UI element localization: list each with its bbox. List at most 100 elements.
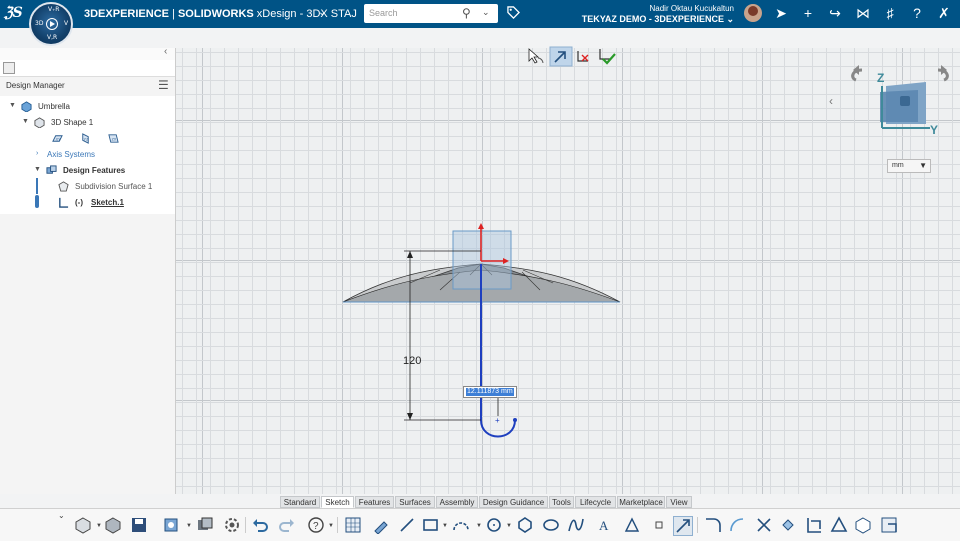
rectangle-icon[interactable] [422,516,440,534]
search-icon[interactable]: ⚲ [462,6,471,20]
dropdown-icon[interactable]: ▼ [96,523,102,529]
subd-icon [58,181,69,192]
sketch-icon [59,197,69,208]
search-placeholder: Search [369,8,398,18]
tree-connector [36,178,38,194]
text-icon[interactable]: A [596,516,614,534]
help-icon[interactable]: ? [909,5,925,21]
search-scope-dropdown-icon[interactable]: ⌄ [482,7,490,18]
tab-sketch[interactable]: Sketch [321,496,354,508]
spline-icon[interactable] [567,516,585,534]
expand-icon[interactable]: ⌄ [58,511,65,520]
toolbar-separator [337,517,338,533]
tree-item-3d-shape[interactable]: ▼ 3D Shape 1 [0,116,175,130]
dimension-input-field[interactable]: 12.111873 mm [463,386,517,398]
add-icon[interactable]: + [800,5,816,21]
dropdown-icon[interactable]: ▼ [506,523,512,529]
project-icon[interactable] [830,516,848,534]
line-pen-icon[interactable] [372,516,390,535]
plane-icons: XY YZ ZX [50,132,130,146]
expand-caret-icon[interactable]: ▼ [9,102,16,109]
redo-icon[interactable] [278,516,296,534]
apps-icon[interactable]: ♯ [882,5,898,21]
compass-share-icon[interactable]: ➤ [773,5,789,21]
tab-tools[interactable]: Tools [549,496,574,508]
tools-icon[interactable]: ✗ [936,5,952,21]
point-icon[interactable] [623,516,641,534]
tree-item-axis-systems[interactable]: › Axis Systems [0,148,175,162]
plane-zx-icon[interactable]: ZX [108,133,119,144]
tab-standard[interactable]: Standard [280,496,320,508]
chevron-down-icon[interactable]: ▼ [919,161,927,170]
dropdown-icon[interactable]: ▼ [476,523,482,529]
toolbar-separator [697,517,698,533]
tag-icon[interactable] [507,6,520,19]
collapse-panel-icon[interactable]: ‹ [164,46,167,57]
open-icon[interactable] [104,516,122,534]
tab-features[interactable]: Features [355,496,394,508]
unit-dropdown[interactable]: mm ▼ [887,159,931,173]
share-icon[interactable] [196,516,214,534]
construction-icon[interactable] [650,516,668,534]
search-input[interactable]: Search ⚲ ⌄ [364,4,498,23]
arc-icon[interactable] [452,516,470,534]
sketch-grid-icon[interactable] [344,516,362,534]
circle-icon[interactable] [485,516,503,534]
user-info[interactable]: Nadir Oktau Kucukaltun TEKYAZ DEMO - 3DE… [582,3,734,25]
compass-widget[interactable]: V₊R 3D V V,R [29,2,73,46]
tree-item-umbrella[interactable]: ▼ Umbrella [0,100,175,114]
expand-caret-icon[interactable]: ▼ [22,118,29,125]
save-icon[interactable] [130,516,148,534]
ellipse-icon[interactable] [542,516,560,534]
tree-item-sketch[interactable]: (-) Sketch.1 [0,195,175,210]
app-menu-chevron-icon[interactable]: ⌄ [318,7,326,18]
user-name: Nadir Oktau Kucukaltun [649,4,735,13]
intersect-icon[interactable] [854,516,872,534]
3ds-logo[interactable]: ℨS [4,5,23,21]
dropdown-icon[interactable]: ▼ [328,523,334,529]
plane-yz-icon[interactable]: YZ [80,133,91,144]
app-title[interactable]: 3DEXPERIENCE | SOLIDWORKS xDesign - 3DX … [84,8,357,20]
trim-icon[interactable] [728,516,746,534]
undo-icon[interactable] [251,516,269,534]
tab-design-guidance[interactable]: Design Guidance [479,496,548,508]
line-icon[interactable] [398,516,416,534]
tab-assembly[interactable]: Assembly [436,496,478,508]
3d-viewport[interactable] [176,48,960,494]
tab-lifecycle[interactable]: Lifecycle [575,496,616,508]
new-part-icon[interactable] [74,516,92,534]
avatar[interactable] [744,4,762,22]
expand-caret-icon[interactable]: ▼ [34,166,41,173]
tree-tab-icon[interactable] [3,62,15,74]
tenant-name[interactable]: TEKYAZ DEMO - 3DEXPERIENCE ⌄ [582,14,734,25]
fillet-icon[interactable] [673,516,693,536]
dimension-input-value: 12.111873 mm [466,388,514,396]
polygon-icon[interactable] [516,516,534,534]
tree-item-design-features[interactable]: ▼ Design Features [0,164,175,178]
dimension-120-label[interactable]: 120 [403,355,421,367]
expand-caret-icon[interactable]: › [36,150,38,157]
tab-marketplace[interactable]: Marketplace [617,496,665,508]
compass-bottom-label: V,R [47,34,58,41]
feature-tree: ▼ Umbrella ▼ 3D Shape 1 XY YZ ZX › Axis … [0,96,175,214]
tab-view[interactable]: View [666,496,692,508]
network-icon[interactable]: ⋈ [855,5,871,21]
help-icon[interactable]: ? [307,516,325,534]
project-curve-icon[interactable] [880,516,898,534]
share-icon[interactable]: ↪ [827,5,843,21]
import-icon[interactable] [162,516,180,534]
convert-icon[interactable] [805,516,823,534]
chamfer-icon[interactable] [704,516,722,534]
offset-icon[interactable] [780,516,798,534]
plane-xy-icon[interactable]: XY [52,133,63,144]
design-manager-header: Design Manager ☰ [0,77,175,95]
dropdown-icon[interactable]: ▼ [442,523,448,529]
settings-icon[interactable] [223,516,241,534]
tree-item-label: Umbrella [38,102,71,111]
dropdown-icon[interactable]: ▼ [186,523,192,529]
mirror-icon[interactable] [755,516,773,534]
tree-item-subdivision-surface[interactable]: Subdivision Surface 1 [0,178,175,194]
play-icon[interactable] [46,18,58,30]
tab-surfaces[interactable]: Surfaces [395,496,435,508]
panel-menu-icon[interactable]: ☰ [158,78,169,92]
